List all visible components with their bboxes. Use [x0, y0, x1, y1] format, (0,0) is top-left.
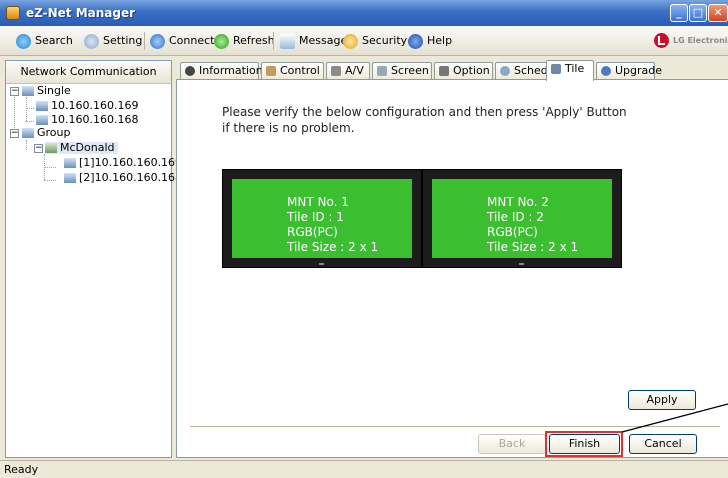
tab-tile[interactable]: Tile	[546, 60, 594, 81]
status-bar: Ready	[0, 460, 728, 478]
callout-line	[621, 403, 728, 433]
tile-icon	[551, 64, 561, 74]
